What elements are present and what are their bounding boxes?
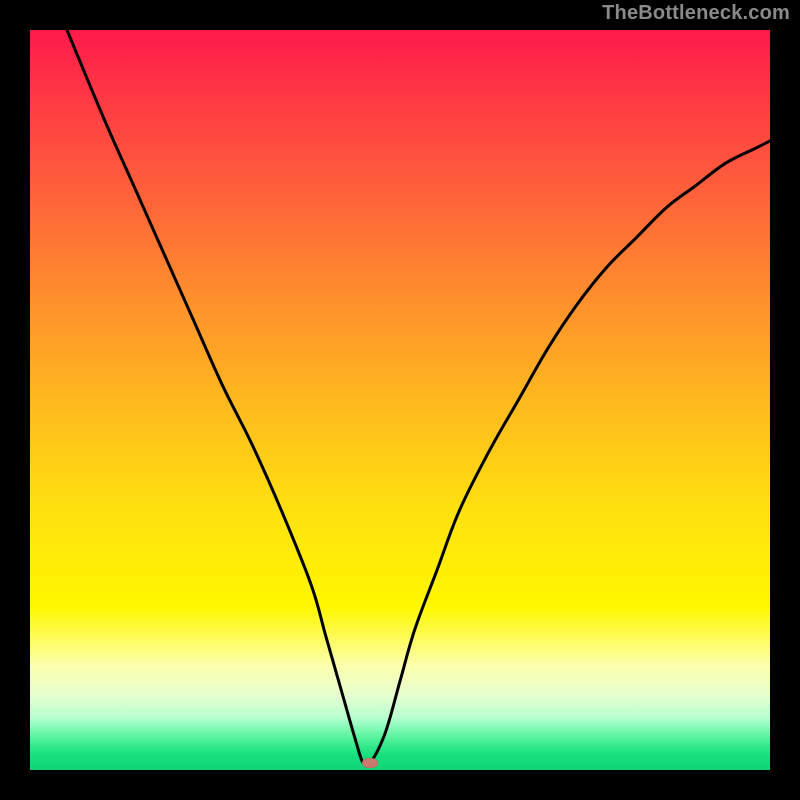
plot-area bbox=[30, 30, 770, 770]
ideal-point-marker bbox=[362, 758, 378, 768]
watermark-text: TheBottleneck.com bbox=[602, 2, 790, 25]
bottleneck-curve bbox=[30, 30, 770, 770]
chart-frame: TheBottleneck.com bbox=[0, 0, 800, 800]
